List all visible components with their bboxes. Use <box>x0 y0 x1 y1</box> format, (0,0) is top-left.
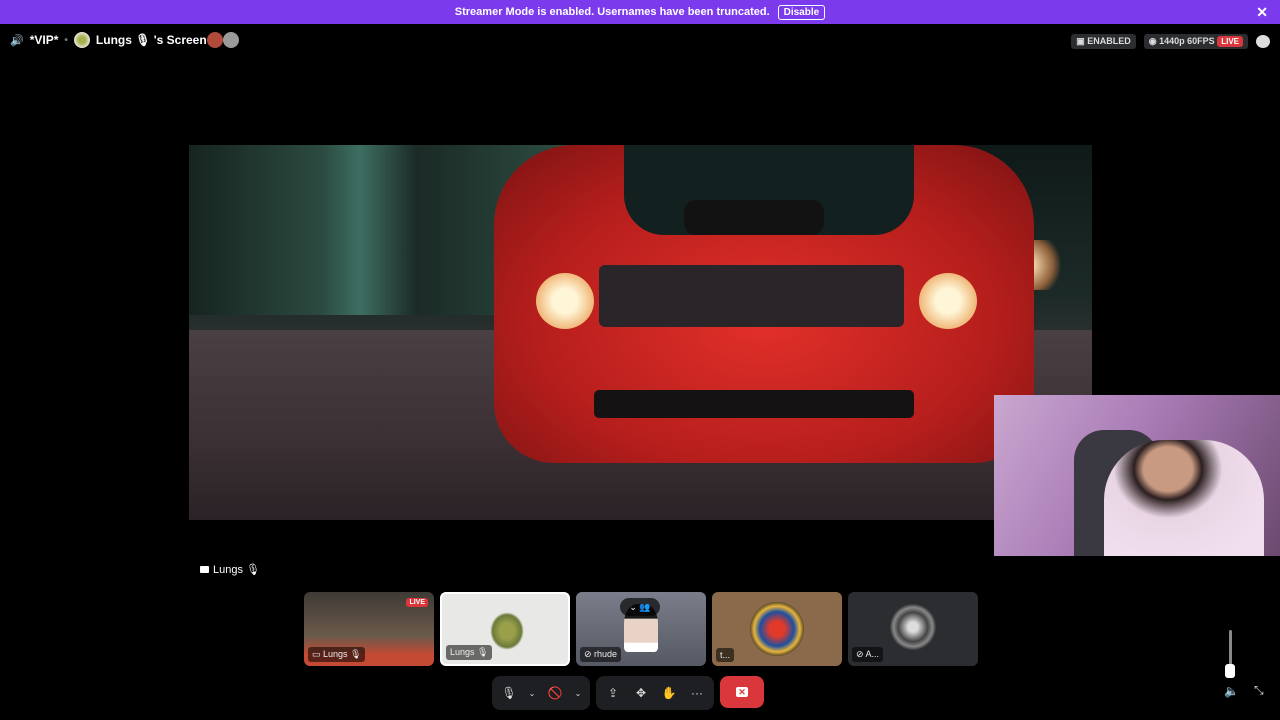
avatar <box>750 602 804 656</box>
lungs-image <box>490 612 524 650</box>
participant-name: Lungs 🎙 <box>446 645 493 660</box>
mic-icon[interactable]: 🎙 <box>498 682 520 704</box>
webcam-overlay[interactable] <box>994 395 1280 556</box>
stream-quality-badge[interactable]: ◉ 1440p 60FPS LIVE <box>1143 34 1248 49</box>
participant-tile[interactable]: Lungs 🎙 <box>440 592 570 666</box>
more-options-icon[interactable]: ··· <box>686 682 708 704</box>
share-screen-icon[interactable]: ⇪ <box>602 682 624 704</box>
streamer-mode-banner: Streamer Mode is enabled. Usernames have… <box>0 0 1280 24</box>
banner-message: Streamer Mode is enabled. Usernames have… <box>454 6 770 18</box>
live-badge: LIVE <box>1217 36 1243 47</box>
screen-share-video[interactable] <box>189 145 1092 520</box>
end-call-icon: ✕ <box>736 687 748 697</box>
screen-title: Lungs 🎙 's Screen <box>95 33 207 47</box>
participant-tile[interactable]: t... <box>712 592 842 666</box>
chat-icon[interactable] <box>1256 35 1270 48</box>
stream-status-badge[interactable]: ▣ ENABLED <box>1071 34 1136 49</box>
speaker-icon: 🔊 <box>10 34 24 47</box>
participant-name: ⊘ A... <box>852 647 884 662</box>
avatar <box>73 32 90 48</box>
chevron-down-icon[interactable]: ⌄ <box>572 682 584 704</box>
car-headlight-right <box>919 273 977 329</box>
monitor-icon <box>200 566 209 573</box>
stream-owner-label: Lungs 🎙 <box>200 563 260 576</box>
participant-tiles: LIVE ▭ Lungs 🎙 Lungs 🎙 ⌄ 👥 ⊘ rhude t... … <box>304 592 978 666</box>
channel-name[interactable]: *VIP* <box>30 33 59 47</box>
volume-icon[interactable]: 🔈 <box>1224 684 1239 698</box>
webcam-person <box>1104 440 1264 556</box>
camera-off-icon[interactable]: 🚫 <box>544 682 566 704</box>
participant-name: ⊘ rhude <box>580 647 622 662</box>
avatar <box>890 604 936 650</box>
viewer-avatar[interactable] <box>222 32 239 48</box>
red-car <box>494 145 1034 463</box>
car-grille <box>599 265 904 327</box>
car-headlight-left <box>536 273 594 329</box>
live-badge: LIVE <box>406 598 428 607</box>
call-controls: 🎙 ⌄ 🚫 ⌄ ⇪ ✥ ✋ ··· ✕ <box>492 676 764 710</box>
chevron-down-icon[interactable]: ⌄ <box>526 682 538 704</box>
minimize-icon[interactable]: ⤡ <box>1254 683 1264 698</box>
participant-tile[interactable]: LIVE ▭ Lungs 🎙 <box>304 592 434 666</box>
participant-name: ▭ Lungs 🎙 <box>308 647 366 662</box>
soundboard-icon[interactable]: ✋ <box>658 682 680 704</box>
activities-icon[interactable]: ✥ <box>630 682 652 704</box>
viewer-avatar[interactable] <box>206 32 223 48</box>
activity-controls: ⇪ ✥ ✋ ··· <box>596 676 714 710</box>
participant-tile[interactable]: ⌄ 👥 ⊘ rhude <box>576 592 706 666</box>
tile-overlay-controls[interactable]: ⌄ 👥 <box>620 598 660 616</box>
disconnect-button[interactable]: ✕ <box>720 676 764 708</box>
car-lower-intake <box>594 390 914 418</box>
media-controls: 🎙 ⌄ 🚫 ⌄ <box>492 676 590 710</box>
car-hood-scoop <box>684 200 824 235</box>
participant-tile[interactable]: ⊘ A... <box>848 592 978 666</box>
call-header: 🔊 *VIP* • Lungs 🎙 's Screen ▣ ENABLED ◉ … <box>0 28 1280 54</box>
separator: • <box>64 34 68 46</box>
participant-name: t... <box>716 648 735 662</box>
mouse-cursor <box>1225 664 1235 678</box>
close-icon[interactable]: ✕ <box>1256 4 1268 21</box>
disable-streamer-mode-button[interactable]: Disable <box>777 4 826 20</box>
